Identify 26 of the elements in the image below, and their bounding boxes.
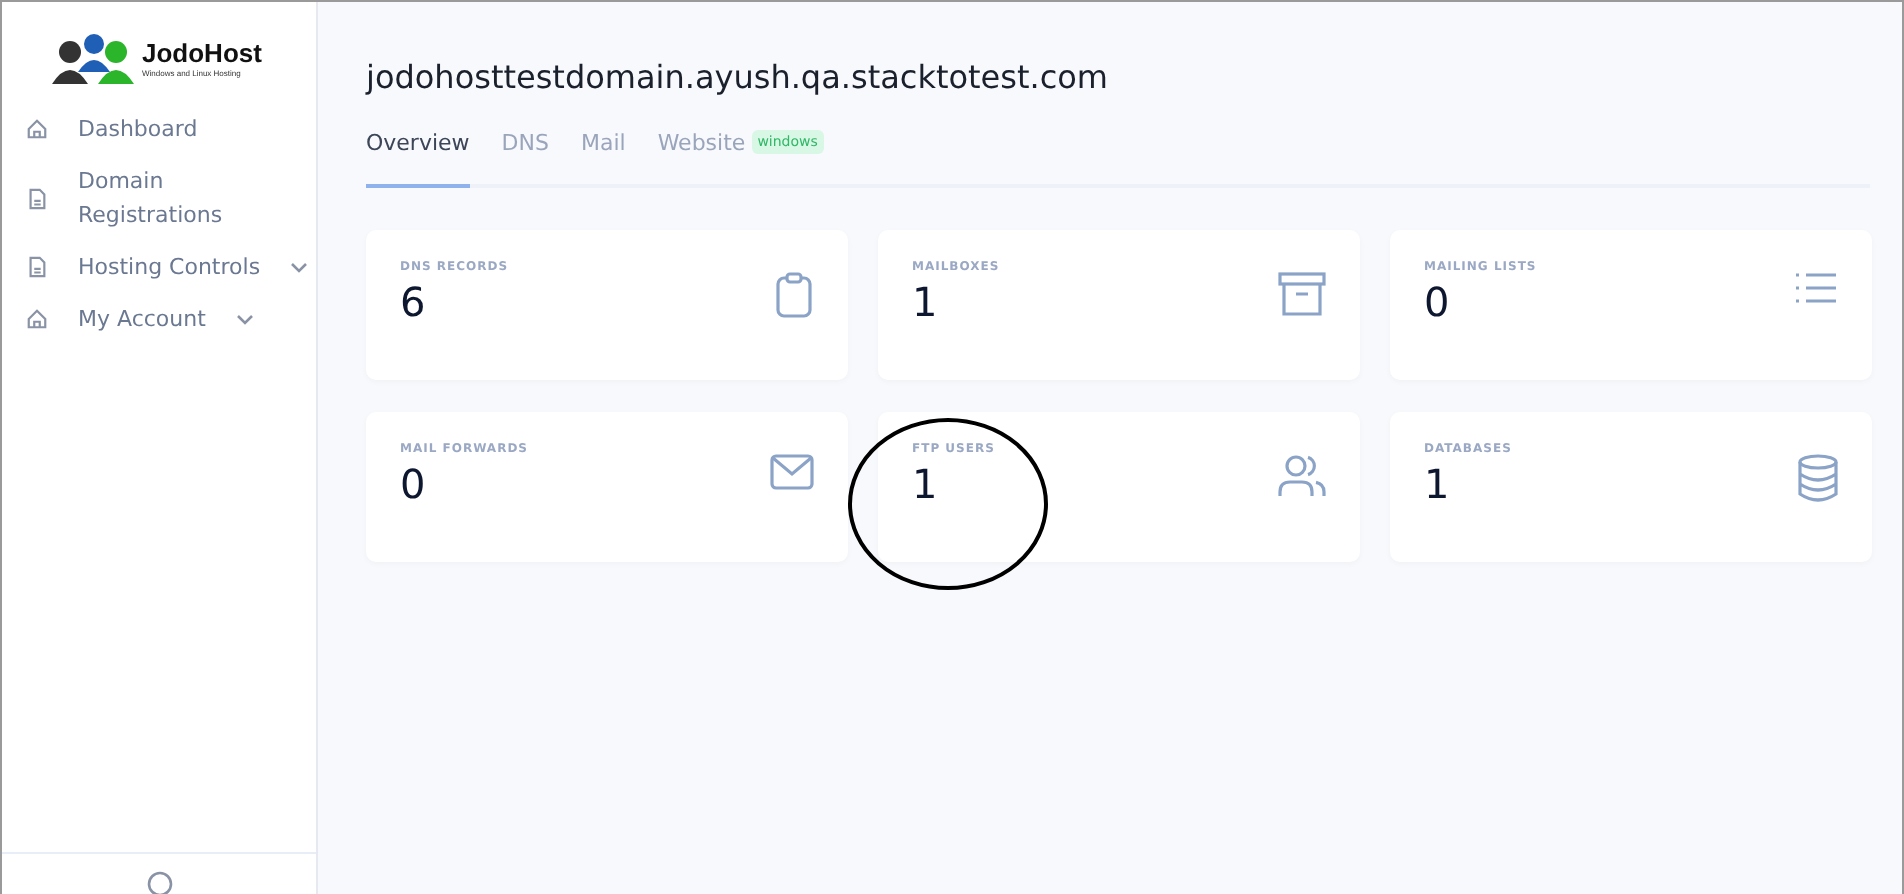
tab[interactable]: Mail	[580, 124, 626, 188]
sidebar-item[interactable]: Dashboard	[26, 108, 316, 150]
people-logo-icon	[50, 32, 138, 84]
tab[interactable]: DNS	[501, 124, 549, 188]
clipboard-icon	[774, 272, 814, 320]
page-title: jodohosttestdomain.ayush.qa.stacktotest.com	[366, 56, 1110, 100]
document-icon	[26, 256, 48, 278]
sidebar-item[interactable]: My Account	[26, 298, 316, 340]
home-icon	[26, 118, 48, 140]
document-icon	[26, 187, 48, 209]
envelope-icon	[770, 454, 814, 490]
home-icon	[26, 308, 48, 330]
sidebar-item[interactable]: Hosting Controls	[26, 246, 316, 288]
stat-value: 6	[400, 278, 428, 326]
stat-value: 1	[912, 460, 940, 508]
stat-value: 0	[1424, 278, 1452, 326]
database-icon	[1798, 454, 1838, 502]
stat-value: 0	[400, 460, 428, 508]
users-icon	[1278, 454, 1326, 498]
stat-value: 1	[912, 278, 940, 326]
sidebar-item[interactable]: Domain Registrations	[26, 160, 316, 236]
archive-box-icon	[1278, 272, 1326, 316]
list-icon	[1794, 272, 1838, 304]
logo-name: JodoHost	[142, 39, 262, 67]
stat-value: 1	[1424, 460, 1452, 508]
tab[interactable]: Overview	[366, 124, 470, 188]
